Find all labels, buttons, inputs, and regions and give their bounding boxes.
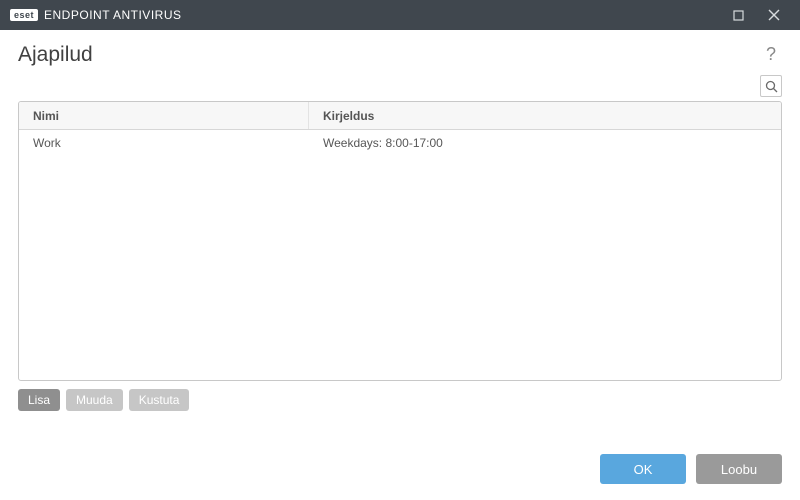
search-row [0, 75, 800, 101]
cell-description: Weekdays: 8:00-17:00 [309, 136, 781, 150]
window-close-button[interactable] [756, 0, 792, 30]
schedules-table: Nimi Kirjeldus Work Weekdays: 8:00-17:00 [18, 101, 782, 381]
column-header-description[interactable]: Kirjeldus [309, 109, 781, 123]
delete-button[interactable]: Kustuta [129, 389, 190, 411]
ok-button[interactable]: OK [600, 454, 686, 484]
brand-badge: eset [10, 9, 38, 21]
help-icon: ? [766, 44, 776, 64]
titlebar: eset ENDPOINT ANTIVIRUS [0, 0, 800, 30]
add-button[interactable]: Lisa [18, 389, 60, 411]
help-button[interactable]: ? [760, 42, 782, 67]
header-row: Ajapilud ? [0, 30, 800, 75]
dialog-footer: OK Loobu [0, 440, 800, 500]
page-title: Ajapilud [18, 43, 93, 67]
column-header-name[interactable]: Nimi [19, 102, 309, 129]
table-body: Work Weekdays: 8:00-17:00 [19, 130, 781, 380]
cell-name: Work [19, 136, 309, 150]
search-button[interactable] [760, 75, 782, 97]
search-icon [765, 80, 778, 93]
product-name: ENDPOINT ANTIVIRUS [44, 8, 181, 22]
table-toolbar: Lisa Muuda Kustuta [0, 381, 800, 411]
window-maximize-button[interactable] [720, 0, 756, 30]
brand: eset ENDPOINT ANTIVIRUS [10, 8, 181, 22]
table-header: Nimi Kirjeldus [19, 102, 781, 130]
maximize-icon [733, 10, 744, 21]
close-icon [768, 9, 780, 21]
cancel-button[interactable]: Loobu [696, 454, 782, 484]
table-row[interactable]: Work Weekdays: 8:00-17:00 [19, 130, 781, 156]
edit-button[interactable]: Muuda [66, 389, 123, 411]
